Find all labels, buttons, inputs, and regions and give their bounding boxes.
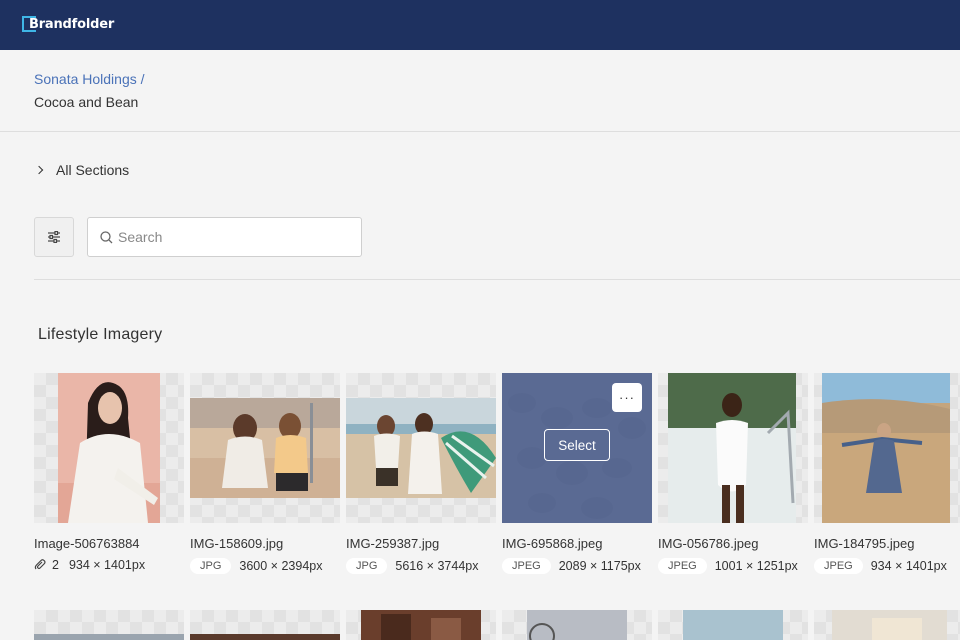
asset-filename[interactable]: IMG-056786.jpeg: [658, 536, 758, 551]
asset-card[interactable]: IMG-158609.jpg JPG 3600 × 2394px: [190, 373, 340, 574]
asset-thumbnail[interactable]: [502, 610, 652, 640]
search-icon: [100, 231, 113, 244]
asset-card[interactable]: IMG-259387.jpg JPG 5616 × 3744px: [346, 373, 496, 574]
file-type-badge: JPEG: [658, 558, 707, 574]
photo-partial: [190, 634, 340, 640]
all-sections-toggle[interactable]: All Sections: [34, 162, 129, 178]
asset-dimensions: 934 × 1401px: [68, 558, 146, 572]
asset-dimensions: 1001 × 1251px: [714, 559, 798, 573]
asset-thumbnail[interactable]: [190, 610, 340, 640]
asset-meta: JPEG 934 × 1401px: [814, 558, 947, 574]
asset-thumbnail[interactable]: [34, 610, 184, 640]
asset-thumbnail[interactable]: [658, 610, 808, 640]
top-navigation-bar: Brandfolder: [0, 0, 960, 50]
asset-thumbnail[interactable]: [814, 373, 960, 523]
toolbar-divider: [34, 279, 960, 280]
more-options-button[interactable]: ···: [612, 383, 642, 412]
poolside-photo: [668, 373, 796, 523]
asset-dimensions: 5616 × 3744px: [395, 559, 479, 573]
photo-partial: [34, 634, 184, 640]
asset-thumbnail[interactable]: [34, 373, 184, 523]
asset-thumbnail[interactable]: [346, 373, 496, 523]
asset-card[interactable]: IMG-184795.jpeg JPEG 934 × 1401px: [814, 373, 960, 574]
asset-filename[interactable]: IMG-158609.jpg: [190, 536, 283, 551]
asset-meta: JPEG 1001 × 1251px: [658, 558, 798, 574]
beach-umbrella-photo: [346, 398, 496, 498]
brandfolder-logo[interactable]: Brandfolder: [22, 16, 114, 32]
asset-filename[interactable]: IMG-184795.jpeg: [814, 536, 914, 551]
asset-dimensions: 3600 × 2394px: [239, 559, 323, 573]
beach-photo: [190, 398, 340, 498]
asset-meta: JPEG 2089 × 1175px: [502, 558, 641, 574]
asset-dimensions: 2089 × 1175px: [558, 559, 641, 573]
section-title: Lifestyle Imagery: [38, 326, 163, 343]
file-type-badge: JPG: [190, 558, 232, 574]
asset-thumbnail[interactable]: [658, 373, 808, 523]
asset-card[interactable]: IMG-056786.jpeg JPEG 1001 × 1251px: [658, 373, 808, 574]
asset-meta: 2 934 × 1401px: [34, 558, 145, 572]
asset-card[interactable]: Image-506763884 2 934 × 1401px: [34, 373, 184, 572]
asset-meta: JPG 5616 × 3744px: [346, 558, 478, 574]
hover-overlay: ··· Select: [502, 373, 652, 523]
sliders-icon: [48, 231, 60, 243]
search-box[interactable]: [87, 217, 362, 257]
chocolate-photo: [361, 610, 481, 640]
file-type-badge: JPEG: [814, 558, 863, 574]
breadcrumb-current: Cocoa and Bean: [34, 94, 139, 110]
asset-meta: JPG 3600 × 2394px: [190, 558, 322, 574]
asset-filename[interactable]: IMG-695868.jpeg: [502, 536, 602, 551]
asset-filename[interactable]: IMG-259387.jpg: [346, 536, 439, 551]
asset-thumbnail[interactable]: ··· Select: [502, 373, 652, 523]
all-sections-label: All Sections: [56, 162, 130, 178]
attachment-count: 2: [52, 558, 59, 572]
asset-card-hovered[interactable]: ··· Select IMG-695868.jpeg JPEG 2089 × 1…: [502, 373, 652, 574]
search-input[interactable]: [118, 227, 348, 247]
logo-text: Brandfolder: [29, 16, 115, 32]
asset-dimensions: 934 × 1401px: [870, 559, 947, 573]
paperclip-icon: [34, 559, 46, 570]
file-type-badge: JPG: [346, 558, 388, 574]
asset-thumbnail[interactable]: [190, 373, 340, 523]
asset-thumbnail[interactable]: [814, 610, 960, 640]
page-header: Sonata Holdings / Cocoa and Bean: [0, 50, 960, 132]
chevron-right-icon: [34, 165, 44, 175]
breadcrumb-parent-link[interactable]: Sonata Holdings /: [34, 71, 145, 87]
photo-partial: [527, 610, 627, 640]
field-photo: [822, 373, 950, 523]
asset-filename[interactable]: Image-506763884: [34, 536, 140, 551]
asset-thumbnail[interactable]: [346, 610, 496, 640]
select-button[interactable]: Select: [544, 429, 610, 461]
file-type-badge: JPEG: [502, 558, 551, 574]
portrait-photo: [58, 373, 160, 523]
filter-button[interactable]: [34, 217, 74, 257]
photo-partial: [683, 610, 783, 640]
photo-partial: [832, 610, 947, 640]
